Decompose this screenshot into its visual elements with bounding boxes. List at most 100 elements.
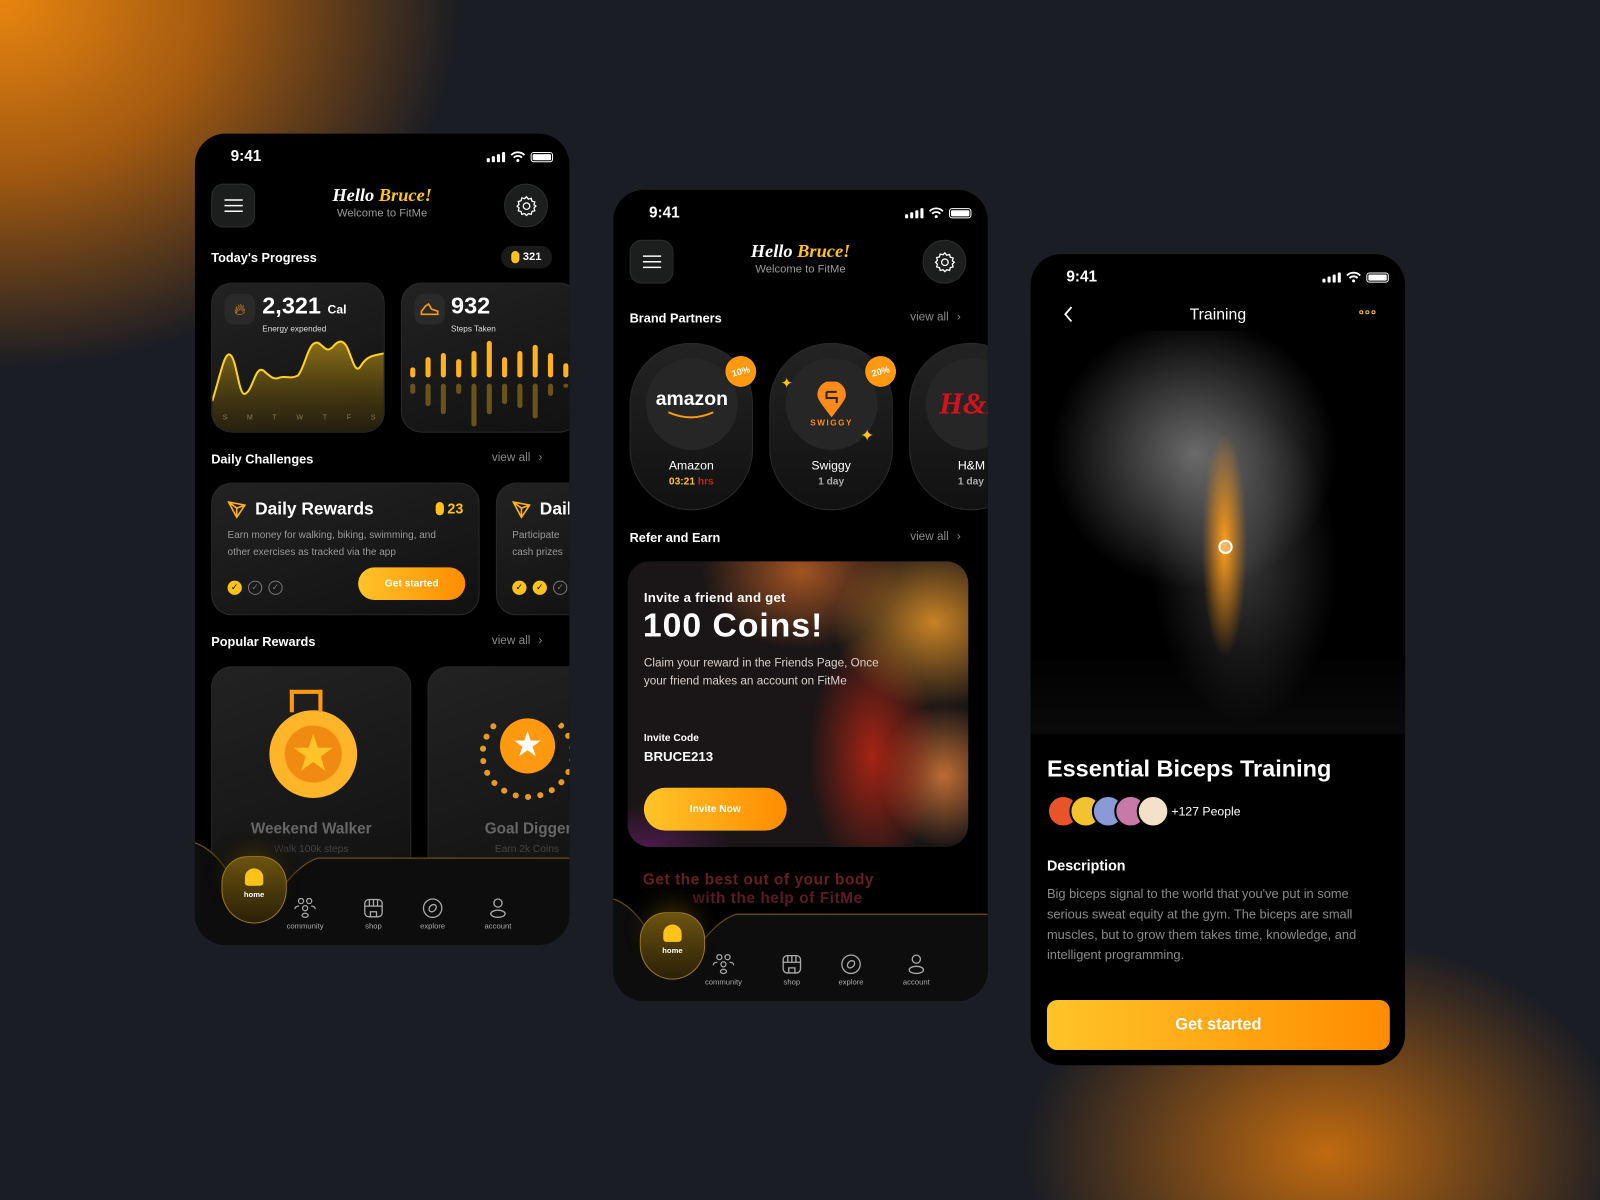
section-title-challenges: Daily Challenges (211, 452, 314, 467)
steps-card[interactable]: 932 Steps Taken (401, 282, 570, 433)
weekday-label: F (346, 414, 352, 422)
refer-card: Invite a friend and get 100 Coins! Claim… (627, 561, 969, 847)
challenges-view-all[interactable]: view all › (492, 452, 543, 464)
steps-bar-shadow (425, 383, 431, 407)
nav-label: community (704, 977, 742, 987)
nav-account[interactable]: account (467, 898, 528, 931)
check-icon: ✓ (247, 580, 263, 595)
refer-view-all[interactable]: view all › (910, 531, 961, 543)
view-all-label: view all (491, 452, 531, 465)
steps-bar-chart (410, 340, 569, 427)
wifi-icon (510, 151, 526, 163)
view-all-label: view all (910, 311, 949, 324)
brand-card-amazon[interactable]: amazon 10% Amazon 03:21 hrs (629, 342, 760, 511)
signal-icon (486, 151, 506, 162)
home-icon (244, 868, 264, 886)
status-time: 9:41 (230, 147, 262, 166)
challenge-title: Daily Rewards (255, 498, 374, 519)
nav-community[interactable]: community (693, 954, 754, 987)
challenge-card-daily-rewards[interactable]: Daily Rewards 23 Earn money for walking,… (211, 482, 480, 616)
steps-bar (456, 359, 462, 378)
weekday-labels: SMTWTFS (222, 414, 375, 421)
amazon-logo: amazon (645, 358, 738, 451)
nav-shop[interactable]: shop (761, 954, 822, 987)
bottom-nav: home community shop explore account (194, 832, 570, 945)
shop-icon (761, 954, 822, 974)
nav-explore[interactable]: explore (820, 954, 881, 987)
calories-label: Energy expended (262, 324, 327, 334)
get-started-button[interactable]: Get started (358, 567, 466, 601)
nav-label: shop (365, 921, 382, 931)
brand-card-hm[interactable]: H&M H&M 1 day (909, 342, 988, 511)
calories-unit: Cal (327, 302, 347, 317)
weekday-label: W (296, 414, 304, 422)
nav-label: explore (420, 921, 446, 931)
weekday-label: S (370, 414, 376, 422)
steps-bar (440, 353, 446, 378)
swiggy-pin-icon (817, 381, 846, 417)
hm-logo: H&M (925, 358, 988, 451)
check-icon: ✓ (512, 580, 527, 595)
steps-bar-shadow (486, 383, 492, 415)
account-icon (886, 954, 947, 975)
phone-partners: 9:41 Hello Bruce! Welcome to FitMe Brand… (613, 189, 988, 1002)
chevron-right-icon: › (956, 530, 961, 543)
gear-icon (934, 251, 955, 273)
section-title-brands: Brand Partners (629, 311, 722, 326)
steps-bar-shadow (471, 383, 477, 427)
calories-number: 2,321 (262, 291, 321, 319)
settings-button[interactable] (504, 183, 548, 228)
steps-bar-shadow (547, 383, 554, 396)
medal-ribbon (289, 689, 323, 713)
greeting-hello: Hello (750, 240, 793, 262)
steps-bar-shadow (502, 383, 508, 405)
canvas: 9:41 Hello Bruce! Welcome to FitMe Today… (0, 0, 1600, 1200)
brand-time: 03:21 hrs (631, 477, 752, 488)
nav-community[interactable]: community (274, 897, 335, 931)
countdown-unit: hrs (697, 476, 714, 488)
steps-bar (471, 351, 477, 378)
nav-explore[interactable]: explore (402, 898, 463, 931)
status-icons (905, 207, 972, 219)
description-text: Big biceps signal to the world that you'… (1046, 886, 1357, 963)
wifi-icon (1346, 271, 1361, 283)
refer-heading-line1: Invite a friend and get (643, 589, 786, 606)
nav-account[interactable]: account (886, 954, 947, 987)
steps-bar-shadow (532, 383, 538, 419)
calories-card[interactable]: 🔥︎ 2,321 Cal Energy expended S M T W T F S (211, 282, 385, 433)
nav-shop[interactable]: shop (343, 898, 404, 931)
chevron-right-icon: › (538, 452, 543, 465)
steps-bar (547, 353, 554, 378)
brand-name: H&M (957, 458, 986, 473)
get-started-button[interactable]: Get started (1046, 1000, 1390, 1051)
check-icon: ✓ (227, 580, 242, 595)
steps-bar-shadow (410, 383, 416, 394)
steps-bar (425, 357, 431, 378)
invite-now-button[interactable]: Invite Now (643, 787, 787, 831)
steps-bar (486, 340, 492, 378)
challenge-progress-checks: ✓ ✓ ✓ (512, 577, 569, 595)
section-title-progress: Today's Progress (211, 251, 317, 266)
invite-code-value[interactable]: BRUCE213 (644, 749, 713, 764)
countdown: 03:21 (668, 476, 696, 488)
rewards-view-all[interactable]: view all › (492, 635, 543, 647)
muscle-hotspot[interactable] (1218, 539, 1233, 555)
more-options-icon[interactable] (1359, 310, 1376, 315)
tagline-line1: Get the best out of your body (642, 871, 875, 889)
nav-label: community (286, 921, 324, 931)
coin-balance[interactable]: 321 (501, 245, 553, 269)
participants-avatars[interactable] (1046, 794, 1170, 828)
explore-icon (402, 898, 463, 919)
avatar (1136, 794, 1170, 828)
account-icon (467, 898, 528, 919)
steps-bar-shadow (456, 383, 462, 394)
brands-view-all[interactable]: view all › (910, 311, 961, 323)
brand-card-swiggy[interactable]: SWIGGY 20% ✦ ✦ Swiggy 1 day (769, 342, 900, 511)
settings-button[interactable] (922, 239, 967, 284)
steps-bar (532, 344, 538, 378)
phone-home: 9:41 Hello Bruce! Welcome to FitMe Today… (194, 133, 570, 945)
section-title-rewards: Popular Rewards (211, 634, 316, 649)
steps-bar-shadow (440, 383, 446, 415)
challenge-card-second[interactable]: Daily Participate cash prizes ✓ ✓ ✓ (495, 482, 570, 616)
steps-bar (502, 357, 508, 378)
